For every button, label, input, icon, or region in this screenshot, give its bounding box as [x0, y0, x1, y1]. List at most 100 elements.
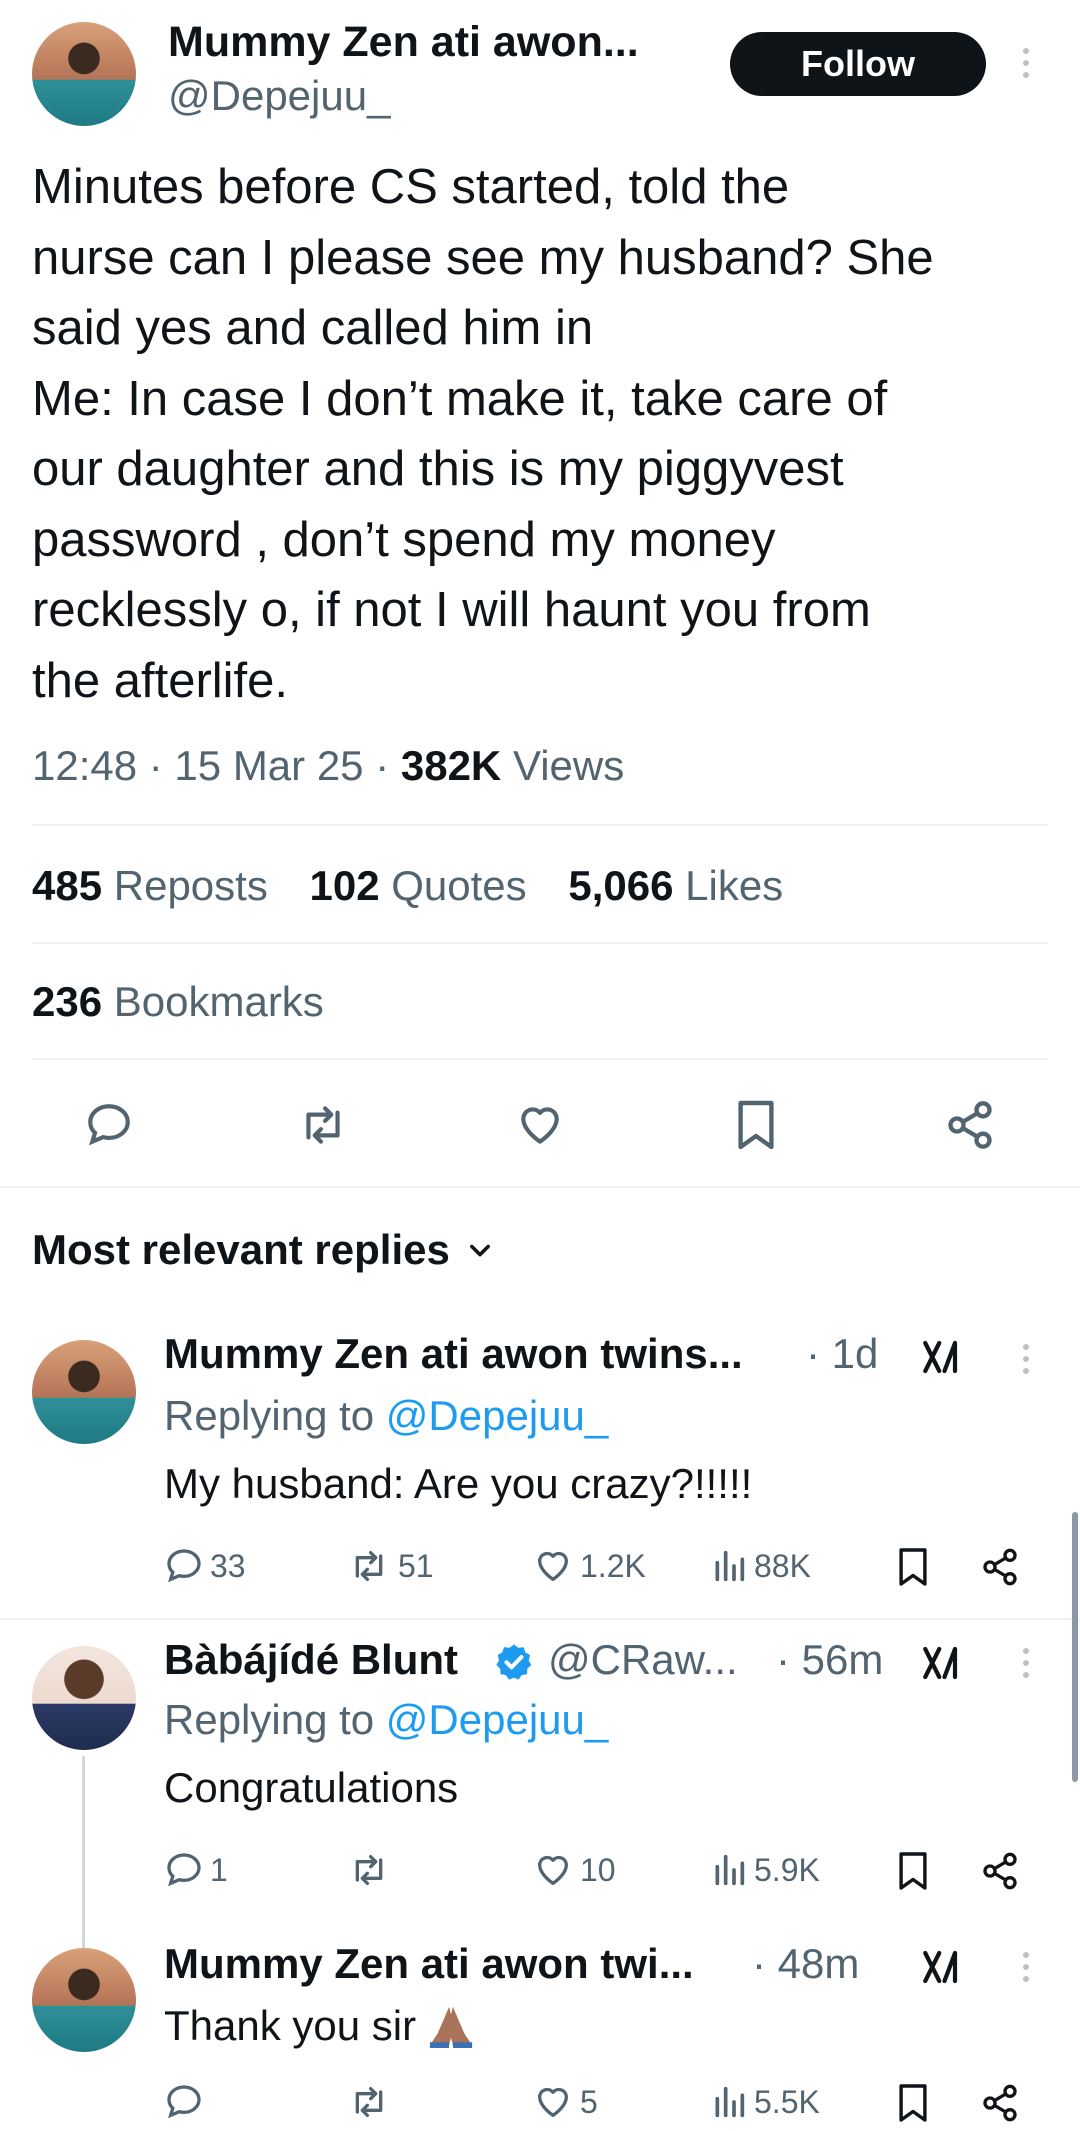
- verified-icon: [494, 1642, 534, 1682]
- grok-icon[interactable]: [920, 1946, 962, 1988]
- thread-line: [82, 1756, 85, 1948]
- replying-to-handle[interactable]: @Depejuu_: [386, 1392, 608, 1439]
- divider: [32, 824, 1048, 826]
- share-icon[interactable]: [980, 2082, 1020, 2124]
- replying-to-handle[interactable]: @Depejuu_: [386, 1696, 608, 1743]
- reply-replies-action[interactable]: [164, 2082, 210, 2122]
- views-count: 382K: [400, 742, 502, 789]
- author-avatar[interactable]: [32, 22, 136, 126]
- scrollbar-thumb[interactable]: [1072, 1512, 1078, 1782]
- reply-replies-action[interactable]: 33: [164, 1546, 246, 1586]
- tweet-line: Minutes before CS started, told the: [32, 160, 790, 214]
- reply-icon: [167, 1549, 201, 1583]
- share-icon[interactable]: [980, 1850, 1020, 1892]
- tweet-line: nurse can I please see my husband? She: [32, 230, 934, 285]
- more-icon[interactable]: [1022, 1648, 1030, 1678]
- reply-time[interactable]: · 56m: [776, 1636, 883, 1684]
- views-icon: [715, 1550, 745, 1582]
- reply-views-action[interactable]: 5.9K: [710, 1850, 820, 1890]
- praying-hands-emoji: [426, 2003, 476, 2049]
- grok-icon[interactable]: [920, 1336, 962, 1378]
- reply-author-name[interactable]: Mummy Zen ati awon twi...: [164, 1940, 694, 1988]
- views-label: Views: [512, 742, 625, 789]
- reply-text: Thank you sir: [164, 2002, 476, 2050]
- reply-count: 33: [210, 1547, 246, 1584]
- reposts-stat[interactable]: 485 Reposts: [32, 862, 268, 909]
- quotes-stat[interactable]: 102 Quotes: [310, 862, 527, 909]
- like-icon: [538, 1551, 568, 1581]
- divider: [32, 1058, 1048, 1060]
- tweet-timestamp[interactable]: 12:48 · 15 Mar 25 ·: [32, 742, 389, 789]
- avatar[interactable]: [32, 1340, 136, 1444]
- share-icon[interactable]: [944, 1098, 996, 1152]
- reply-author-handle[interactable]: @CRaw...: [548, 1636, 738, 1684]
- reply-count: 1: [210, 1851, 228, 1888]
- follow-button[interactable]: Follow: [730, 32, 986, 96]
- author-handle[interactable]: @Depejuu_: [168, 72, 390, 120]
- repost-icon: [355, 2087, 383, 2117]
- reply-views-action[interactable]: 5.5K: [710, 2082, 820, 2122]
- like-count: 10: [580, 1851, 616, 1888]
- reply-time[interactable]: · 48m: [752, 1940, 859, 1988]
- repost-icon: [355, 1551, 383, 1581]
- bookmark-icon[interactable]: [896, 1546, 930, 1588]
- bookmark-icon[interactable]: [896, 2082, 930, 2124]
- reply-like-action[interactable]: 1.2K: [532, 1546, 646, 1586]
- reply-like-action[interactable]: 10: [532, 1850, 616, 1890]
- tweet-line: our daughter and this is my piggyvest: [32, 442, 844, 496]
- more-icon[interactable]: [1022, 1952, 1030, 1982]
- reply-repost-action[interactable]: 51: [346, 1546, 434, 1586]
- avatar[interactable]: [32, 1948, 136, 2052]
- author-name[interactable]: Mummy Zen ati awon...: [168, 18, 639, 67]
- more-icon[interactable]: [1022, 1344, 1030, 1374]
- reply-icon[interactable]: [84, 1100, 134, 1150]
- reply-text: Congratulations: [164, 1764, 459, 1811]
- replies-sort-label: Most relevant replies: [32, 1226, 450, 1273]
- more-icon[interactable]: [1022, 48, 1030, 78]
- chevron-down-icon: [466, 1236, 494, 1264]
- replying-to: Replying to @Depejuu_: [164, 1696, 609, 1743]
- views-icon: [715, 2086, 745, 2118]
- tweet-line: password , don’t spend my money: [32, 512, 776, 567]
- bookmarks-stat[interactable]: 236 Bookmarks: [32, 978, 324, 1026]
- replies-sort-dropdown[interactable]: Most relevant replies: [32, 1226, 494, 1274]
- like-icon: [538, 2087, 568, 2117]
- divider: [0, 1618, 1080, 1620]
- repost-count: 51: [398, 1547, 434, 1584]
- reply-repost-action[interactable]: [346, 1850, 398, 1890]
- tweet-meta: 12:48 · 15 Mar 25 · 382K Views: [32, 742, 624, 790]
- replying-to: Replying to @Depejuu_: [164, 1392, 609, 1439]
- views-count: 88K: [754, 1547, 811, 1584]
- reply-author-name[interactable]: Mummy Zen ati awon twins...: [164, 1330, 743, 1378]
- views-icon: [715, 1854, 745, 1886]
- follow-label: Follow: [801, 43, 915, 84]
- like-icon: [538, 1855, 568, 1885]
- views-count: 5.5K: [754, 2083, 820, 2120]
- reply-author-name[interactable]: Bàbájídé Blunt: [164, 1636, 458, 1684]
- engagement-stats: 485 Reposts 102 Quotes 5,066 Likes: [32, 862, 783, 910]
- tweet-line: said yes and called him in: [32, 301, 594, 355]
- reply-text: My husband: Are you crazy?!!!!!: [164, 1460, 753, 1507]
- divider: [32, 942, 1048, 944]
- reply-replies-action[interactable]: 1: [164, 1850, 228, 1890]
- bookmark-icon[interactable]: [896, 1850, 930, 1892]
- avatar[interactable]: [32, 1646, 136, 1750]
- likes-stat[interactable]: 5,066 Likes: [568, 862, 783, 909]
- repost-icon: [355, 1855, 383, 1885]
- section-divider: [0, 1186, 1080, 1188]
- tweet-line: recklessly o, if not I will haunt you fr…: [32, 583, 871, 637]
- reply-views-action[interactable]: 88K: [710, 1546, 811, 1586]
- reply-icon: [167, 2085, 201, 2119]
- share-icon[interactable]: [980, 1546, 1020, 1588]
- views-count: 5.9K: [754, 1851, 820, 1888]
- like-icon[interactable]: [514, 1100, 566, 1150]
- reply-like-action[interactable]: 5: [532, 2082, 598, 2122]
- tweet-line: the afterlife.: [32, 653, 289, 708]
- reply-time[interactable]: · 1d: [806, 1330, 878, 1378]
- repost-icon[interactable]: [296, 1100, 350, 1150]
- like-count: 5: [580, 2083, 598, 2120]
- bookmark-icon[interactable]: [734, 1098, 778, 1152]
- tweet-text: Minutes before CS started, told the nurs…: [32, 152, 934, 716]
- grok-icon[interactable]: [920, 1642, 962, 1684]
- reply-repost-action[interactable]: [346, 2082, 398, 2122]
